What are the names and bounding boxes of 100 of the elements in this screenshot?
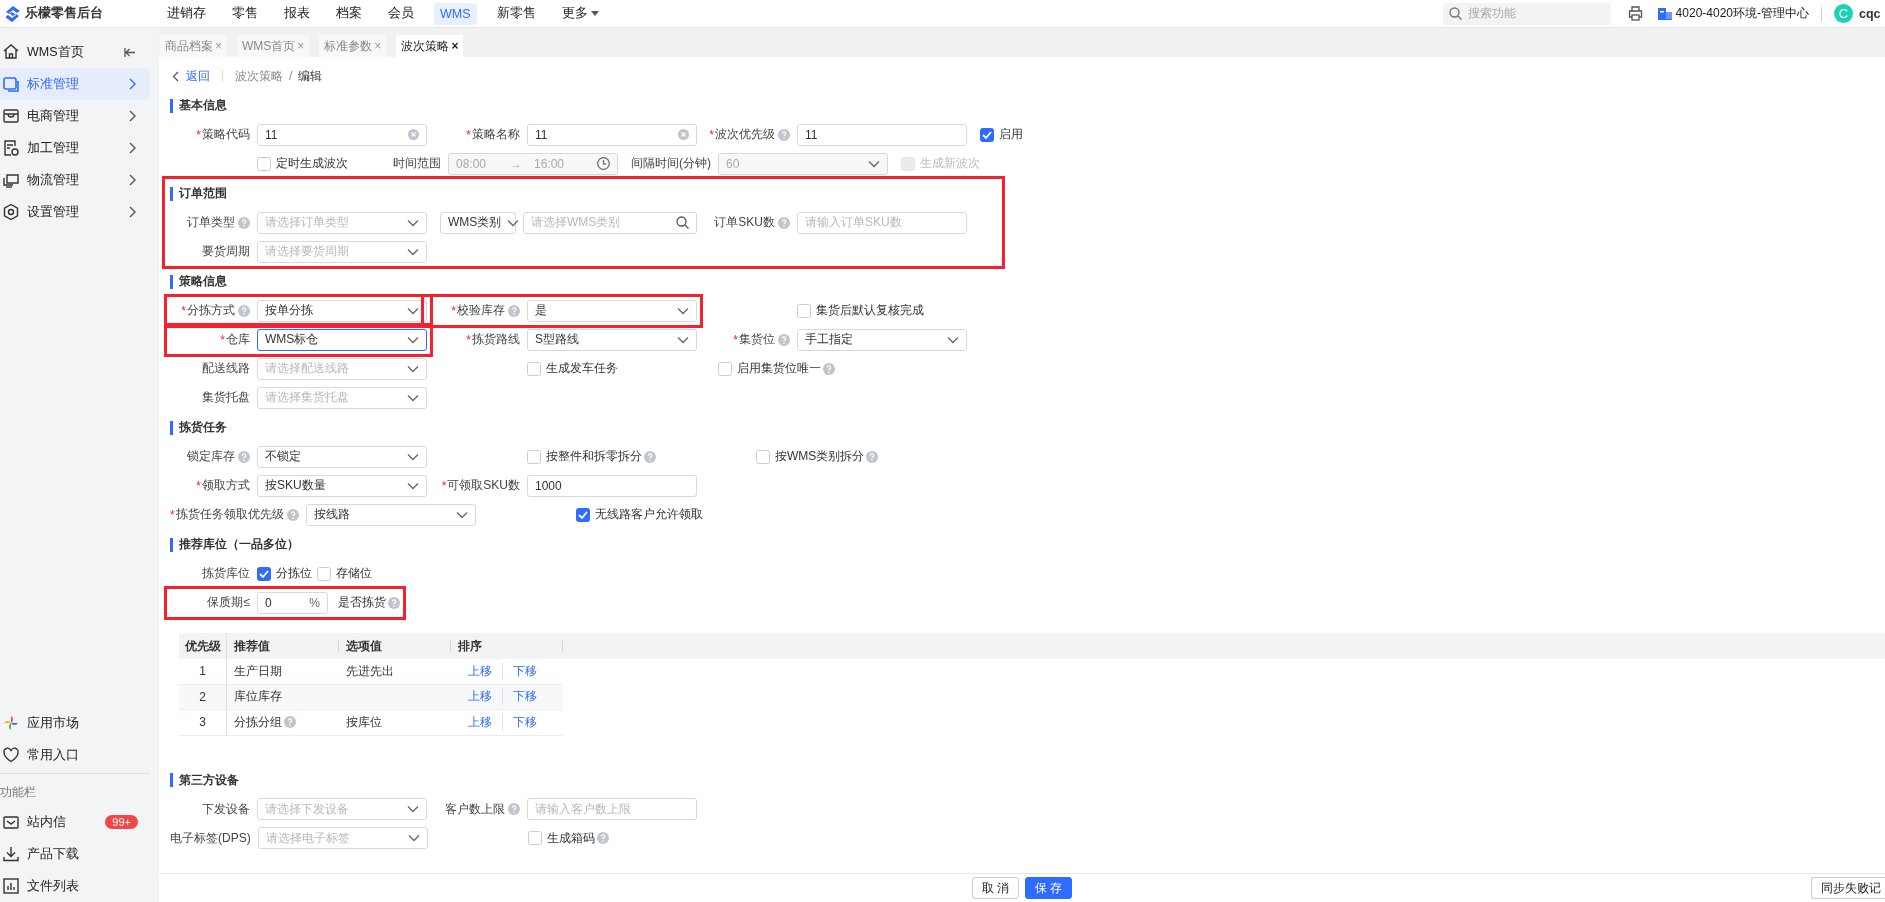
close-tab-button[interactable]: × <box>451 39 459 53</box>
action-link[interactable]: 下移 <box>502 688 547 706</box>
select-field[interactable]: WMS类别 <box>440 211 516 234</box>
field-label: 可领取SKU数 <box>447 477 520 494</box>
input-field[interactable]: 11 <box>257 123 427 146</box>
field-label: 集货托盘 <box>202 389 250 406</box>
app-title: 乐檬零售后台 <box>25 5 103 22</box>
printer-icon[interactable] <box>1627 6 1643 21</box>
chevron-down-icon <box>868 159 880 168</box>
save-button[interactable]: 保 存 <box>1025 877 1073 899</box>
chevron-down-icon <box>407 335 419 344</box>
select-field[interactable]: 按SKU数量 <box>257 474 427 497</box>
org-name[interactable]: 4020-4020环境-管理中心 <box>1675 5 1809 22</box>
checkbox[interactable] <box>797 303 811 318</box>
action-link[interactable]: 上移 <box>458 662 502 680</box>
sidebar-item[interactable]: 加工管理 <box>0 132 150 164</box>
menu-tab[interactable]: 新零售 <box>490 2 542 25</box>
checkbox[interactable] <box>756 449 770 464</box>
sidebar-item[interactable]: 站内信 99+ <box>0 806 150 838</box>
checkbox-label[interactable]: 启用 <box>999 126 1023 143</box>
required-mark: * <box>709 127 714 142</box>
checkbox-label[interactable]: 按整件和拆零拆分 <box>546 448 642 465</box>
section-title: 第三方设备 <box>179 771 239 789</box>
checkbox-label[interactable]: 无线路客户允许领取 <box>594 506 703 523</box>
action-link[interactable]: 下移 <box>502 662 547 680</box>
section-title: 策略信息 <box>179 273 227 290</box>
menu-tab[interactable]: 零售 <box>226 2 264 25</box>
sidebar-item[interactable]: 产品下载 <box>0 838 150 870</box>
menu-tab[interactable]: 进销存 <box>161 2 212 25</box>
sidebar-item[interactable]: 文件列表 <box>0 870 150 902</box>
sidebar-item[interactable]: 物流管理 <box>0 164 150 196</box>
page-tab[interactable]: 商品档案 × <box>160 35 227 57</box>
input-field[interactable]: 1000 <box>527 474 697 497</box>
table-cell: 2 <box>199 689 206 704</box>
required-mark: * <box>220 332 225 347</box>
section-title: 推荐库位（一品多位） <box>179 536 299 553</box>
checkbox[interactable] <box>257 566 271 581</box>
search-icon <box>1448 7 1462 20</box>
checkbox[interactable] <box>527 361 541 376</box>
required-mark: * <box>196 478 201 493</box>
sidebar-item[interactable]: WMS首页 <box>0 36 150 68</box>
select-field[interactable]: S型路线 <box>527 328 697 351</box>
select-field[interactable]: 是 <box>527 299 697 322</box>
menu-tab[interactable]: 会员 <box>382 2 420 25</box>
select-field[interactable]: 手工指定 <box>797 328 967 351</box>
checkbox[interactable] <box>317 566 331 581</box>
required-mark: * <box>170 507 175 522</box>
checkbox[interactable] <box>527 831 542 845</box>
chevron-down-icon <box>407 247 419 256</box>
checkbox-label[interactable]: 定时生成波次 <box>276 155 348 172</box>
sidebar-item[interactable]: 应用市场 <box>0 707 150 739</box>
checkbox-label[interactable]: 按WMS类别拆分 <box>775 448 865 465</box>
checkbox[interactable] <box>575 507 590 522</box>
action-link[interactable]: 上移 <box>458 713 502 731</box>
checkbox-label[interactable]: 存储位 <box>336 565 372 582</box>
sidebar-item[interactable]: 设置管理 <box>0 196 150 228</box>
page-tab[interactable]: 标准参数 × <box>319 35 387 57</box>
required-mark: * <box>196 127 201 142</box>
checkbox[interactable] <box>527 449 541 464</box>
checkbox-label[interactable]: 分拣位 <box>276 565 312 582</box>
chevron-down-icon <box>455 510 468 519</box>
breadcrumb-separator: / <box>289 69 293 83</box>
field-label: 电子标签(DPS) <box>170 829 251 847</box>
checkbox-label[interactable]: 生成发车任务 <box>546 360 618 377</box>
select-field[interactable]: 按单分拣 <box>257 299 427 322</box>
section-marker <box>170 186 173 201</box>
menu-tab[interactable]: 更多 <box>555 2 605 25</box>
input-field[interactable]: 0 % <box>257 591 328 614</box>
page-tab[interactable]: 波次策略 × <box>396 35 464 57</box>
clear-icon <box>678 129 689 140</box>
cancel-button[interactable]: 取 消 <box>971 877 1019 899</box>
pinwheel-icon <box>2 714 20 732</box>
sync-log-button[interactable]: 同步失败记 <box>1811 877 1885 899</box>
page-tab[interactable]: WMS首页 × <box>237 35 310 57</box>
checkbox-label[interactable]: 生成箱码 <box>546 829 595 847</box>
checkbox[interactable] <box>257 156 271 171</box>
chevron-down-icon <box>407 393 419 402</box>
select-field[interactable]: 按线路 <box>305 503 476 526</box>
select-field[interactable]: 不锁定 <box>257 445 427 468</box>
checkbox-label[interactable]: 集货后默认复核完成 <box>816 302 924 319</box>
user-name[interactable]: cqc <box>1859 6 1885 21</box>
action-link[interactable]: 下移 <box>502 713 547 731</box>
sidebar-item[interactable]: 电商管理 <box>0 100 150 132</box>
back-link[interactable]: 返回 <box>186 67 210 85</box>
breadcrumb-item[interactable]: 波次策略 <box>235 67 283 85</box>
menu-tab[interactable]: 档案 <box>330 2 368 25</box>
input-field[interactable]: 11 <box>797 123 967 146</box>
chevron-down-icon <box>407 481 419 490</box>
action-link[interactable]: 上移 <box>458 688 502 706</box>
menu-tab[interactable]: 报表 <box>278 2 316 25</box>
checkbox[interactable] <box>980 127 994 142</box>
checkbox-label[interactable]: 启用集货位唯一 <box>737 360 821 377</box>
input-field[interactable]: 11 <box>527 123 697 146</box>
select-field[interactable]: WMS标仓 <box>257 328 427 351</box>
section-marker <box>170 537 173 552</box>
checkbox[interactable] <box>718 361 732 376</box>
chevron-down-icon <box>677 335 689 344</box>
sidebar-item[interactable]: 常用入口 <box>0 739 150 771</box>
menu-tab[interactable]: WMS <box>434 2 477 25</box>
sidebar-item[interactable]: 标准管理 <box>0 68 150 100</box>
